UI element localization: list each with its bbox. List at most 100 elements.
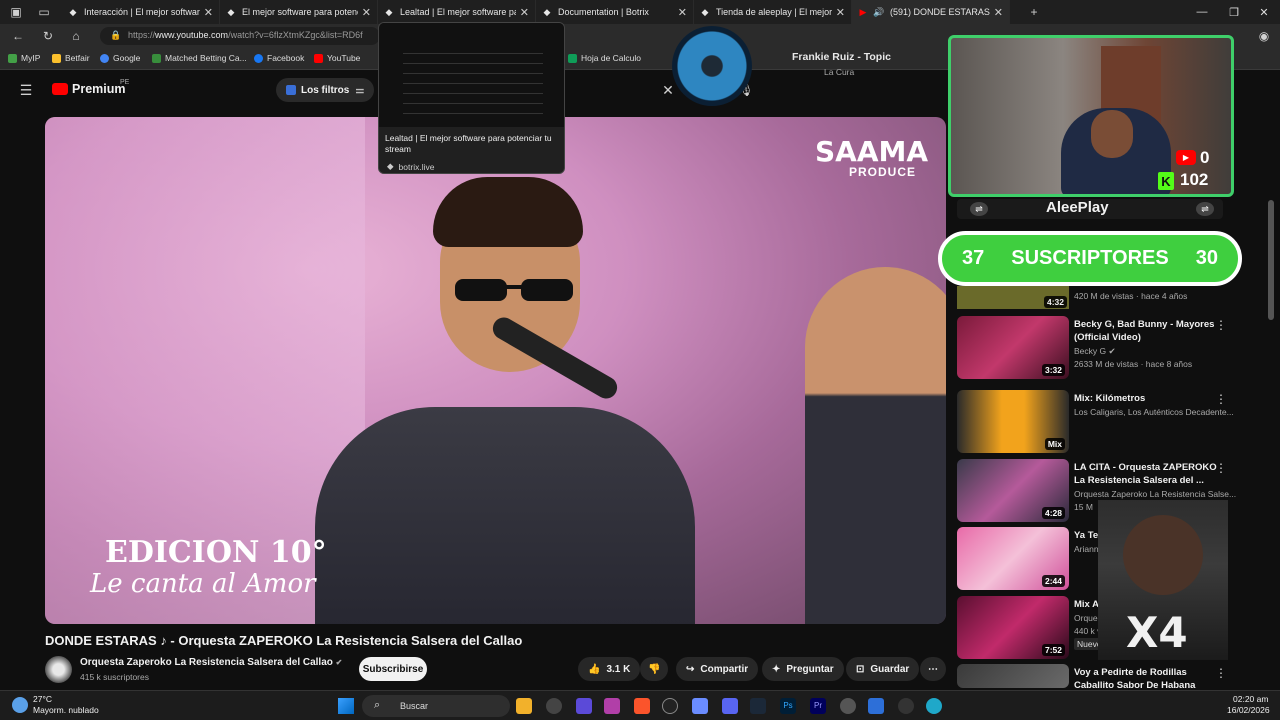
more-icon[interactable]: ⋮ (1215, 392, 1227, 406)
home-icon[interactable]: ⌂ (68, 28, 84, 44)
streamer-right-icon: ⇌ (1196, 202, 1214, 216)
subs-goal-left: 37 (962, 247, 985, 269)
google-icon (100, 53, 109, 63)
botrix-favicon-icon: ◆ (543, 6, 551, 17)
tab-actions-icon[interactable]: ▭ (36, 4, 52, 20)
scrollbar[interactable] (1268, 200, 1274, 320)
brave-icon[interactable] (634, 698, 650, 714)
multiplier-overlay: X4 (1126, 608, 1188, 657)
tab-documentation[interactable]: ◆ Documentation | Botrix ✕ (536, 0, 694, 24)
thumbs-up-icon: 👍 (588, 663, 601, 675)
weather-temp: 27°C (33, 694, 52, 704)
bookmark-betfair[interactable]: Betfair (52, 53, 90, 63)
close-tab-icon[interactable]: ✕ (520, 6, 529, 19)
more-icon[interactable]: ⋮ (1215, 318, 1227, 332)
browser-tab-strip: ▣ ▭ ◆Interacción | El mejor software pa✕… (0, 0, 1280, 24)
sparkle-icon: ✦ (772, 663, 781, 675)
webcam-person-head (1091, 110, 1133, 158)
app-icon[interactable] (576, 698, 592, 714)
channel-avatar[interactable] (45, 656, 72, 683)
photoshop-icon[interactable]: Ps (780, 698, 796, 714)
weather-icon[interactable] (12, 697, 28, 713)
tab-preview-thumbnail (379, 23, 564, 127)
streamer-left-icon: ⇌ (970, 202, 988, 216)
secondary-webcam-face (1123, 515, 1203, 595)
discord-icon[interactable] (722, 698, 738, 714)
windows-taskbar: ⌕ Buscar Ps Pr (0, 690, 1280, 720)
tab-hover-preview: Lealtad | El mejor software para potenci… (378, 22, 565, 174)
close-tab-icon[interactable]: ✕ (362, 6, 371, 19)
ask-button[interactable]: ✦ Preguntar (762, 657, 844, 681)
premiere-icon[interactable]: Pr (810, 698, 826, 714)
edition-overlay: EDICION 10° (105, 535, 327, 570)
more-icon[interactable]: ⋮ (1215, 666, 1227, 680)
more-icon: ⋯ (928, 663, 938, 675)
bookmark-facebook[interactable]: Facebook (254, 53, 304, 63)
app-icon[interactable] (868, 698, 884, 714)
matched-betting-icon (152, 53, 161, 63)
close-tab-icon[interactable]: ✕ (836, 6, 845, 19)
save-button[interactable]: ⊡ Guardar (846, 657, 920, 681)
now-playing-card[interactable]: Frankie Ruiz - Topic La Cura (672, 26, 944, 106)
chatgpt-icon[interactable] (546, 698, 562, 714)
settings-icon[interactable] (840, 698, 856, 714)
bookmark-hoja-calculo[interactable]: Hoja de Calculo (568, 53, 641, 63)
obs-icon[interactable] (662, 698, 678, 714)
media-player-icon[interactable] (898, 698, 914, 714)
tab-youtube-active[interactable]: ▶🔊(591) DONDE ESTARAS ♪ - O✕ (852, 0, 1010, 24)
region-code: PE (120, 79, 130, 86)
taskbar-search[interactable]: ⌕ Buscar (362, 695, 510, 717)
more-actions-button[interactable]: ⋯ (920, 657, 946, 681)
like-button[interactable]: 👍 3.1 K (578, 657, 640, 681)
workspaces-icon[interactable]: ▣ (8, 4, 24, 20)
recommendation-thumbnail (957, 664, 1069, 688)
thumbs-down-icon: 👎 (648, 663, 661, 675)
subscriber-goal-bar: 37 SUSCRIPTORES 30 (938, 231, 1242, 286)
betfair-icon (52, 53, 61, 63)
bookmark-youtube[interactable]: YouTube (314, 53, 360, 63)
tab-el-mejor-software[interactable]: ◆El mejor software para potenciar✕ (220, 0, 378, 24)
recommendation-duration: 4:32 (1044, 296, 1068, 308)
close-tab-icon[interactable]: ✕ (994, 6, 1003, 19)
speaker-icon[interactable]: 🔊 (873, 7, 884, 17)
filters-chip[interactable]: Los filtros ⚌ (276, 78, 375, 102)
close-tab-icon[interactable]: ✕ (204, 6, 213, 19)
share-button[interactable]: ↪ Compartir (676, 657, 759, 681)
dislike-button[interactable]: 👎 (640, 657, 668, 681)
bookmark-google[interactable]: Google (100, 53, 140, 63)
url-field[interactable]: 🔒 https://www.youtube.com/watch?v=6flzXt… (100, 27, 380, 45)
copilot-icon[interactable]: ◉ (1256, 28, 1272, 44)
weather-desc: Mayorm. nublado (33, 705, 99, 715)
clock-time[interactable]: 02:20 am (1233, 694, 1268, 704)
menu-icon[interactable]: ☰ (18, 82, 34, 98)
botrix-favicon-icon: ◆ (385, 6, 393, 17)
myip-icon (8, 53, 17, 63)
app-icon[interactable] (604, 698, 620, 714)
youtube-premium-logo[interactable]: Premium (72, 82, 126, 96)
steam-icon[interactable] (750, 698, 766, 714)
tab-preview-title: Lealtad | El mejor software para potenci… (385, 133, 552, 154)
tab-tienda[interactable]: ◆Tienda de aleeplay | El mejor soft✕ (694, 0, 852, 24)
bookmark-matched-betting[interactable]: Matched Betting Ca... (152, 53, 247, 63)
more-icon[interactable]: ⋮ (1215, 461, 1227, 475)
edge-icon[interactable] (926, 698, 942, 714)
clock-date[interactable]: 16/02/2026 (1227, 705, 1270, 715)
new-tab-icon[interactable]: + (1026, 4, 1042, 20)
recommendation-item[interactable]: Voy a Pedirte de Rodillas Caballito Sabo… (957, 664, 1267, 688)
back-icon[interactable]: ← (10, 28, 26, 44)
bookmark-myip[interactable]: MyIP (8, 53, 40, 63)
tab-lealtad[interactable]: ◆Lealtad | El mejor software para p✕ (378, 0, 536, 24)
video-player[interactable]: SAAMA PRODUCE EDICION 10° Le canta al Am… (45, 117, 946, 624)
close-tab-icon[interactable]: ✕ (678, 6, 687, 19)
tab-interaccion[interactable]: ◆Interacción | El mejor software pa✕ (62, 0, 220, 24)
maximize-icon[interactable]: ❐ (1218, 0, 1250, 24)
minimize-icon[interactable]: — (1186, 0, 1218, 24)
subscribe-button[interactable]: Subscribirse (359, 657, 427, 681)
close-window-icon[interactable]: ✕ (1248, 0, 1280, 24)
youtube-logo-icon[interactable] (52, 83, 68, 95)
file-explorer-icon[interactable] (516, 698, 532, 714)
reload-icon[interactable]: ↻ (40, 28, 56, 44)
channel-name[interactable]: Orquesta Zaperoko La Resistencia Salsera… (80, 657, 342, 668)
calculator-icon[interactable] (692, 698, 708, 714)
start-icon[interactable] (338, 698, 354, 714)
